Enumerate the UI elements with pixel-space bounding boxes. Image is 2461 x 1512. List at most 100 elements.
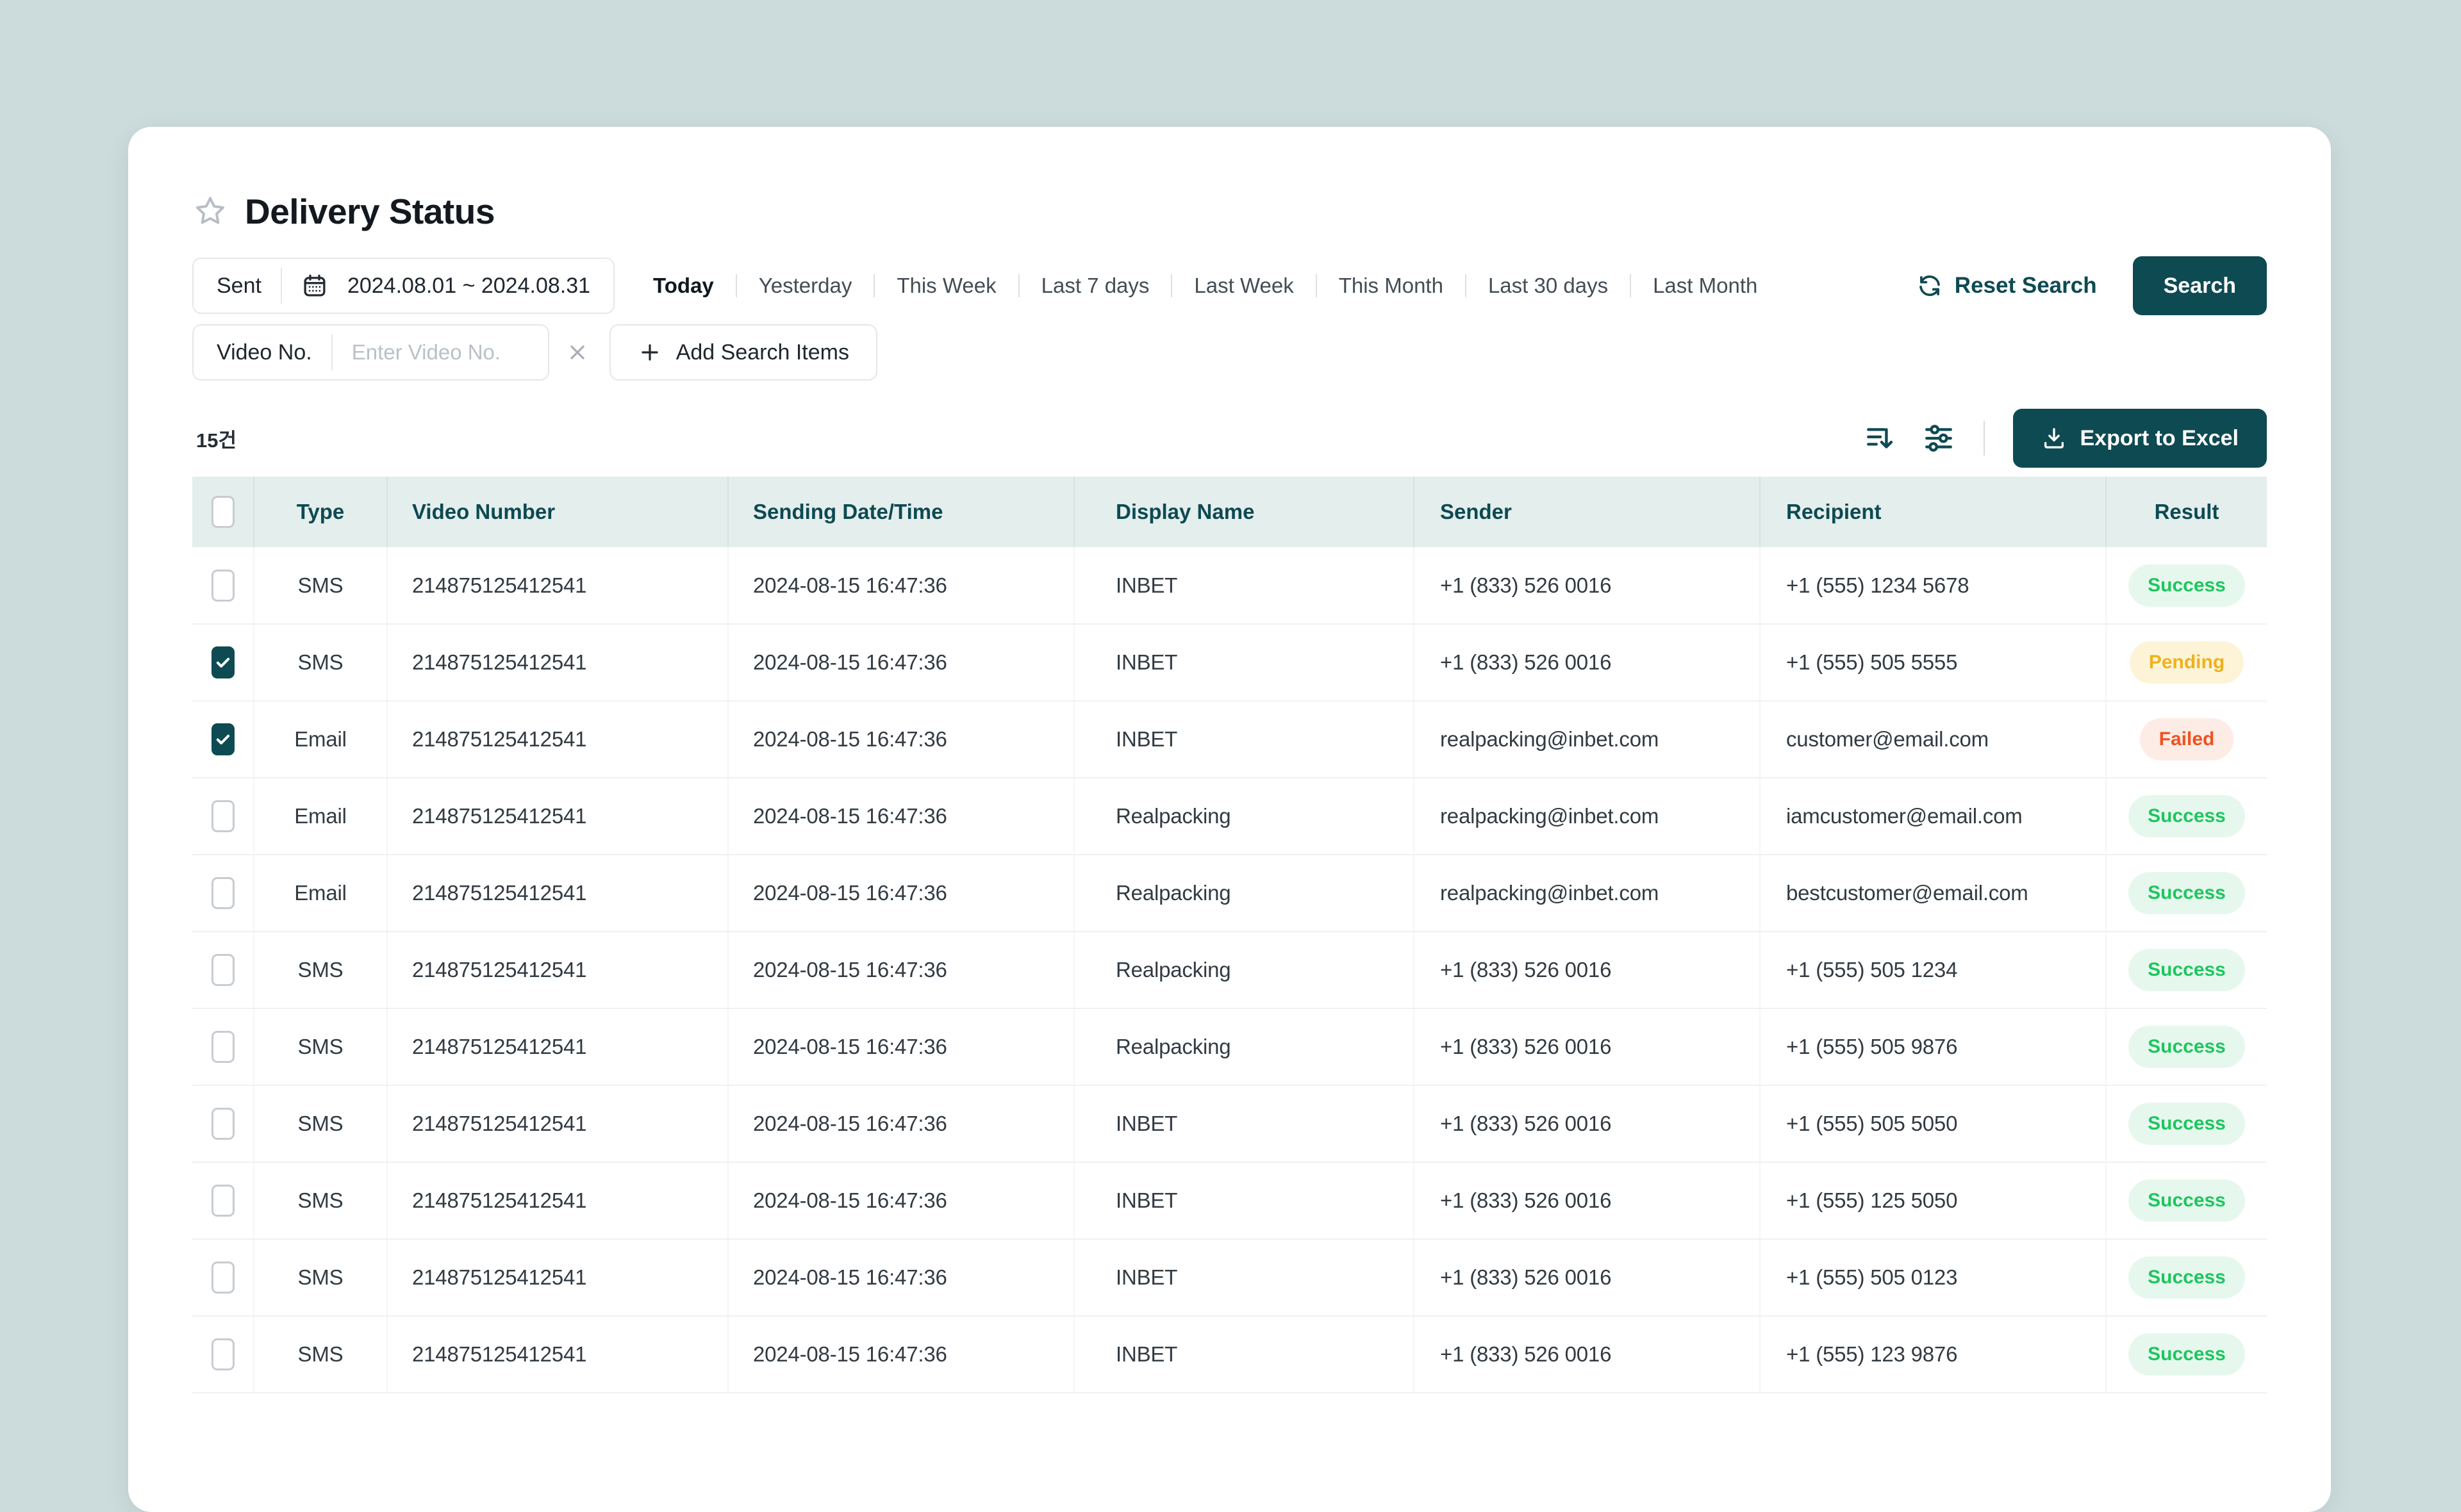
result-cell: Success xyxy=(2106,1008,2267,1086)
row-checkbox[interactable] xyxy=(211,1185,235,1217)
search-button[interactable]: Search xyxy=(2132,256,2267,315)
result-cell: Success xyxy=(2106,855,2267,932)
select-all-checkbox[interactable] xyxy=(211,496,235,528)
table-row[interactable]: SMS 214875125412541 2024-08-15 16:47:36 INB… xyxy=(192,1239,2267,1317)
recipient-cell: customer@email.com xyxy=(1760,701,2107,778)
date-range-value: 2024.08.01 ~ 2024.08.31 xyxy=(347,273,591,298)
quick-date-ranges: Today Yesterday This Week Last 7 days Last W… xyxy=(631,274,1779,298)
quick-range-last-30-days[interactable]: Last 30 days xyxy=(1466,274,1630,298)
video-no-field: Video No. xyxy=(192,324,549,381)
display_name-cell: INBET xyxy=(1074,547,1414,625)
page-title: Delivery Status xyxy=(245,192,495,231)
quick-range-last-7-days[interactable]: Last 7 days xyxy=(1020,274,1172,298)
recipient-cell: +1 (555) 505 1234 xyxy=(1760,932,2107,1009)
quick-range-yesterday[interactable]: Yesterday xyxy=(737,274,874,298)
row-checkbox[interactable] xyxy=(211,800,235,832)
delivery-table-wrap: Type Video Number Sending Date/Time Display… xyxy=(192,477,2267,1393)
table-row[interactable]: Email 214875125412541 2024-08-15 16:47:36 R… xyxy=(192,855,2267,932)
row-checkbox[interactable] xyxy=(211,569,235,602)
table-row[interactable]: SMS 214875125412541 2024-08-15 16:47:36 Rea… xyxy=(192,932,2267,1009)
type-cell: SMS xyxy=(254,1008,388,1086)
sender-cell: +1 (833) 526 0016 xyxy=(1414,1162,1761,1240)
recipient-cell: +1 (555) 505 5050 xyxy=(1760,1085,2107,1163)
download-icon xyxy=(2044,428,2064,448)
row-select-cell xyxy=(192,855,254,932)
column-header-display_name: Display Name xyxy=(1074,477,1414,547)
sender-cell: +1 (833) 526 0016 xyxy=(1414,547,1761,625)
column-header-sent_at: Sending Date/Time xyxy=(728,477,1075,547)
table-row[interactable]: SMS 214875125412541 2024-08-15 16:47:36 INB… xyxy=(192,1085,2267,1163)
type-cell: Email xyxy=(254,778,388,855)
row-checkbox[interactable] xyxy=(211,1108,235,1140)
type-cell: SMS xyxy=(254,624,388,702)
row-checkbox[interactable] xyxy=(211,646,235,678)
row-checkbox[interactable] xyxy=(211,954,235,986)
select-all-header-cell xyxy=(192,477,254,547)
display_name-cell: Realpacking xyxy=(1074,778,1414,855)
sent_at-cell: 2024-08-15 16:47:36 xyxy=(728,855,1075,932)
table-row[interactable]: SMS 214875125412541 2024-08-15 16:47:36 Rea… xyxy=(192,1008,2267,1086)
row-checkbox[interactable] xyxy=(211,1338,235,1370)
row-checkbox[interactable] xyxy=(211,1261,235,1294)
video_number-cell: 214875125412541 xyxy=(387,1085,729,1163)
quick-range-this-week[interactable]: This Week xyxy=(875,274,1018,298)
add-search-items-label: Add Search Items xyxy=(675,340,849,365)
video-no-input[interactable] xyxy=(351,340,525,365)
sent_at-cell: 2024-08-15 16:47:36 xyxy=(728,932,1075,1009)
table-row[interactable]: SMS 214875125412541 2024-08-15 16:47:36 INB… xyxy=(192,1316,2267,1393)
result-cell: Success xyxy=(2106,1085,2267,1163)
quick-range-last-week[interactable]: Last Week xyxy=(1172,274,1315,298)
search-button-label: Search xyxy=(2163,273,2236,298)
quick-range-this-month[interactable]: This Month xyxy=(1317,274,1465,298)
filter-columns-button[interactable] xyxy=(1922,422,1955,455)
result-cell: Success xyxy=(2106,778,2267,855)
favorite-star-icon[interactable] xyxy=(192,193,228,229)
sliders-icon xyxy=(1925,425,1953,452)
reset-search-button[interactable]: Reset Search xyxy=(1916,272,2097,299)
result-cell: Success xyxy=(2106,932,2267,1009)
status-badge: Success xyxy=(2128,1179,2245,1222)
video_number-cell: 214875125412541 xyxy=(387,855,729,932)
recipient-cell: +1 (555) 505 0123 xyxy=(1760,1239,2107,1317)
sent_at-cell: 2024-08-15 16:47:36 xyxy=(728,1008,1075,1086)
display_name-cell: INBET xyxy=(1074,701,1414,778)
recipient-cell: iamcustomer@email.com xyxy=(1760,778,2107,855)
status-badge: Success xyxy=(2128,564,2245,607)
type-cell: SMS xyxy=(254,547,388,625)
row-select-cell xyxy=(192,547,254,625)
row-checkbox[interactable] xyxy=(211,877,235,909)
table-row[interactable]: SMS 214875125412541 2024-08-15 16:47:36 INB… xyxy=(192,547,2267,625)
recipient-cell: +1 (555) 505 9876 xyxy=(1760,1008,2107,1086)
row-checkbox[interactable] xyxy=(211,1031,235,1063)
sent_at-cell: 2024-08-15 16:47:36 xyxy=(728,547,1075,625)
sender-cell: +1 (833) 526 0016 xyxy=(1414,624,1761,702)
quick-range-last-month[interactable]: Last Month xyxy=(1631,274,1779,298)
display_name-cell: INBET xyxy=(1074,1085,1414,1163)
add-search-items-button[interactable]: Add Search Items xyxy=(609,324,877,381)
table-header-row: Type Video Number Sending Date/Time Display… xyxy=(192,477,2267,547)
video_number-cell: 214875125412541 xyxy=(387,624,729,702)
sort-descending-icon xyxy=(1867,428,1893,448)
remove-search-item-button[interactable] xyxy=(563,338,592,366)
row-checkbox[interactable] xyxy=(211,723,235,755)
row-select-cell xyxy=(192,932,254,1009)
table-row[interactable]: Email 214875125412541 2024-08-15 16:47:36 R… xyxy=(192,778,2267,855)
type-cell: Email xyxy=(254,701,388,778)
row-select-cell xyxy=(192,1162,254,1240)
status-badge: Success xyxy=(2128,1103,2245,1145)
toolbar-divider xyxy=(1984,421,1985,456)
sender-cell: +1 (833) 526 0016 xyxy=(1414,932,1761,1009)
table-row[interactable]: Email 214875125412541 2024-08-15 16:47:36 I… xyxy=(192,701,2267,778)
table-row[interactable]: SMS 214875125412541 2024-08-15 16:47:36 INB… xyxy=(192,1162,2267,1240)
table-row[interactable]: SMS 214875125412541 2024-08-15 16:47:36 INB… xyxy=(192,624,2267,702)
sort-button[interactable] xyxy=(1863,422,1896,455)
type-cell: SMS xyxy=(254,1239,388,1317)
result-cell: Failed xyxy=(2106,701,2267,778)
sender-cell: +1 (833) 526 0016 xyxy=(1414,1085,1761,1163)
quick-range-today[interactable]: Today xyxy=(631,274,736,298)
date-range-field[interactable]: Sent 2024.08.01 ~ 2024.08.31 xyxy=(192,258,615,314)
type-cell: SMS xyxy=(254,1316,388,1393)
export-to-excel-button[interactable]: Export to Excel xyxy=(2013,409,2267,468)
status-badge: Success xyxy=(2128,1333,2245,1376)
recipient-cell: +1 (555) 123 9876 xyxy=(1760,1316,2107,1393)
